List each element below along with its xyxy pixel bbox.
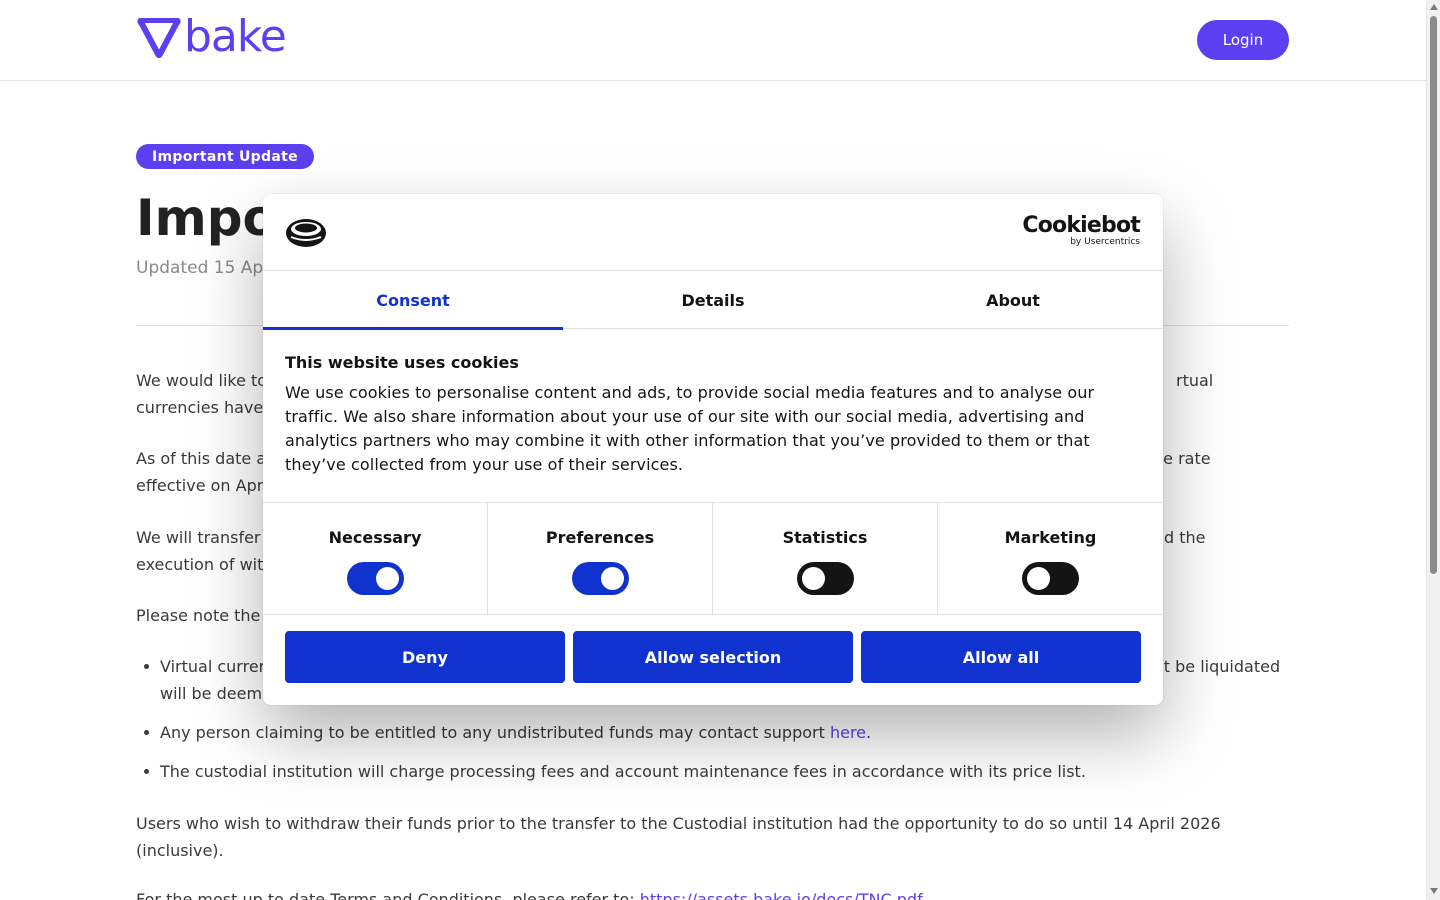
list-item: Any person claiming to be entitled to an…: [136, 719, 1289, 746]
toggle-cell-marketing: Marketing: [938, 503, 1163, 615]
toggle-knob: [375, 567, 399, 590]
bake-logo[interactable]: bake: [136, 11, 287, 62]
paragraph-6: For the most up to date Terms and Condit…: [136, 886, 1289, 900]
logo-text: bake: [184, 11, 287, 62]
cookie-dialog-header: Cookiebot by Usercentrics: [263, 194, 1163, 271]
scroll-thumb[interactable]: [1430, 16, 1437, 574]
deny-button[interactable]: Deny: [285, 631, 565, 683]
toggle-cell-necessary: Necessary: [263, 503, 488, 615]
toggle-knob: [801, 567, 825, 590]
list-item: The custodial institution will charge pr…: [136, 758, 1289, 785]
cookie-action-buttons: Deny Allow selection Allow all: [285, 631, 1141, 683]
paragraph-3-line-1-left: We will transfer: [136, 528, 261, 547]
marketing-toggle[interactable]: [1022, 562, 1079, 595]
allow-selection-button[interactable]: Allow selection: [573, 631, 853, 683]
updated-date: Updated 15 Ap: [136, 258, 264, 278]
paragraph-2-line-1-left: As of this date a: [136, 449, 267, 468]
support-here-link[interactable]: here: [830, 723, 866, 742]
paragraph-6-text: For the most up to date Terms and Condit…: [136, 890, 640, 900]
cookie-site-logo-icon: [286, 219, 326, 247]
paragraph-1-line-1-left: We would like to: [136, 371, 268, 390]
tab-about[interactable]: About: [863, 271, 1163, 329]
heart-logo-icon: [137, 18, 181, 58]
toggle-knob: [600, 567, 624, 590]
page-scrollbar[interactable]: [1426, 0, 1440, 900]
preferences-toggle[interactable]: [571, 562, 629, 595]
bullet-3-text: The custodial institution will charge pr…: [160, 762, 1086, 781]
bullet-2-end: .: [866, 723, 872, 742]
login-button[interactable]: Login: [1197, 20, 1289, 60]
tab-details[interactable]: Details: [563, 271, 863, 329]
cookiebot-brand-sub: by Usercentrics: [1070, 237, 1140, 247]
toggle-label-necessary: Necessary: [328, 528, 422, 547]
important-update-badge: Important Update: [136, 144, 314, 169]
cookie-dialog-body: This website uses cookies We use cookies…: [285, 352, 1141, 477]
tab-consent[interactable]: Consent: [263, 271, 563, 330]
toggle-cell-preferences: Preferences: [488, 503, 713, 615]
cookiebot-brand[interactable]: Cookiebot by Usercentrics: [1022, 213, 1140, 248]
toggle-label-preferences: Preferences: [545, 528, 655, 547]
bullet-1-line-1-right: ot be liquidated: [1154, 657, 1281, 676]
toggle-cell-statistics: Statistics: [713, 503, 938, 615]
bullet-2-text: Any person claiming to be entitled to an…: [160, 723, 830, 742]
necessary-toggle[interactable]: [346, 562, 404, 595]
statistics-toggle[interactable]: [796, 562, 854, 595]
cookie-tabs: Consent Details About: [263, 271, 1163, 330]
cookie-description: We use cookies to personalise content an…: [285, 383, 1095, 474]
toggle-label-statistics: Statistics: [782, 528, 868, 547]
paragraph-1-line-1-right: rtual: [1176, 371, 1214, 390]
paragraph-5: Users who wish to withdraw their funds p…: [136, 814, 1221, 860]
scroll-up-arrow-icon[interactable]: [1430, 4, 1438, 10]
tnc-link[interactable]: https://assets.bake.io/docs/TNC.pdf: [640, 890, 923, 900]
site-header: bake Login: [0, 0, 1426, 81]
cookie-category-toggles: Necessary Preferences Statistics Marketi…: [263, 502, 1163, 615]
cookie-title: This website uses cookies: [285, 353, 519, 372]
bullet-1-line-1-left: Virtual curren: [160, 657, 269, 676]
page-title: Impo: [136, 189, 277, 247]
cookie-consent-dialog: Cookiebot by Usercentrics Consent Detail…: [263, 194, 1163, 705]
allow-all-button[interactable]: Allow all: [861, 631, 1141, 683]
paragraph-3-line-1-right: d the: [1164, 528, 1206, 547]
cookiebot-brand-name: Cookiebot: [1022, 213, 1140, 238]
scroll-down-arrow-icon[interactable]: [1430, 888, 1438, 894]
toggle-knob: [1027, 567, 1050, 590]
toggle-label-marketing: Marketing: [1004, 528, 1097, 547]
